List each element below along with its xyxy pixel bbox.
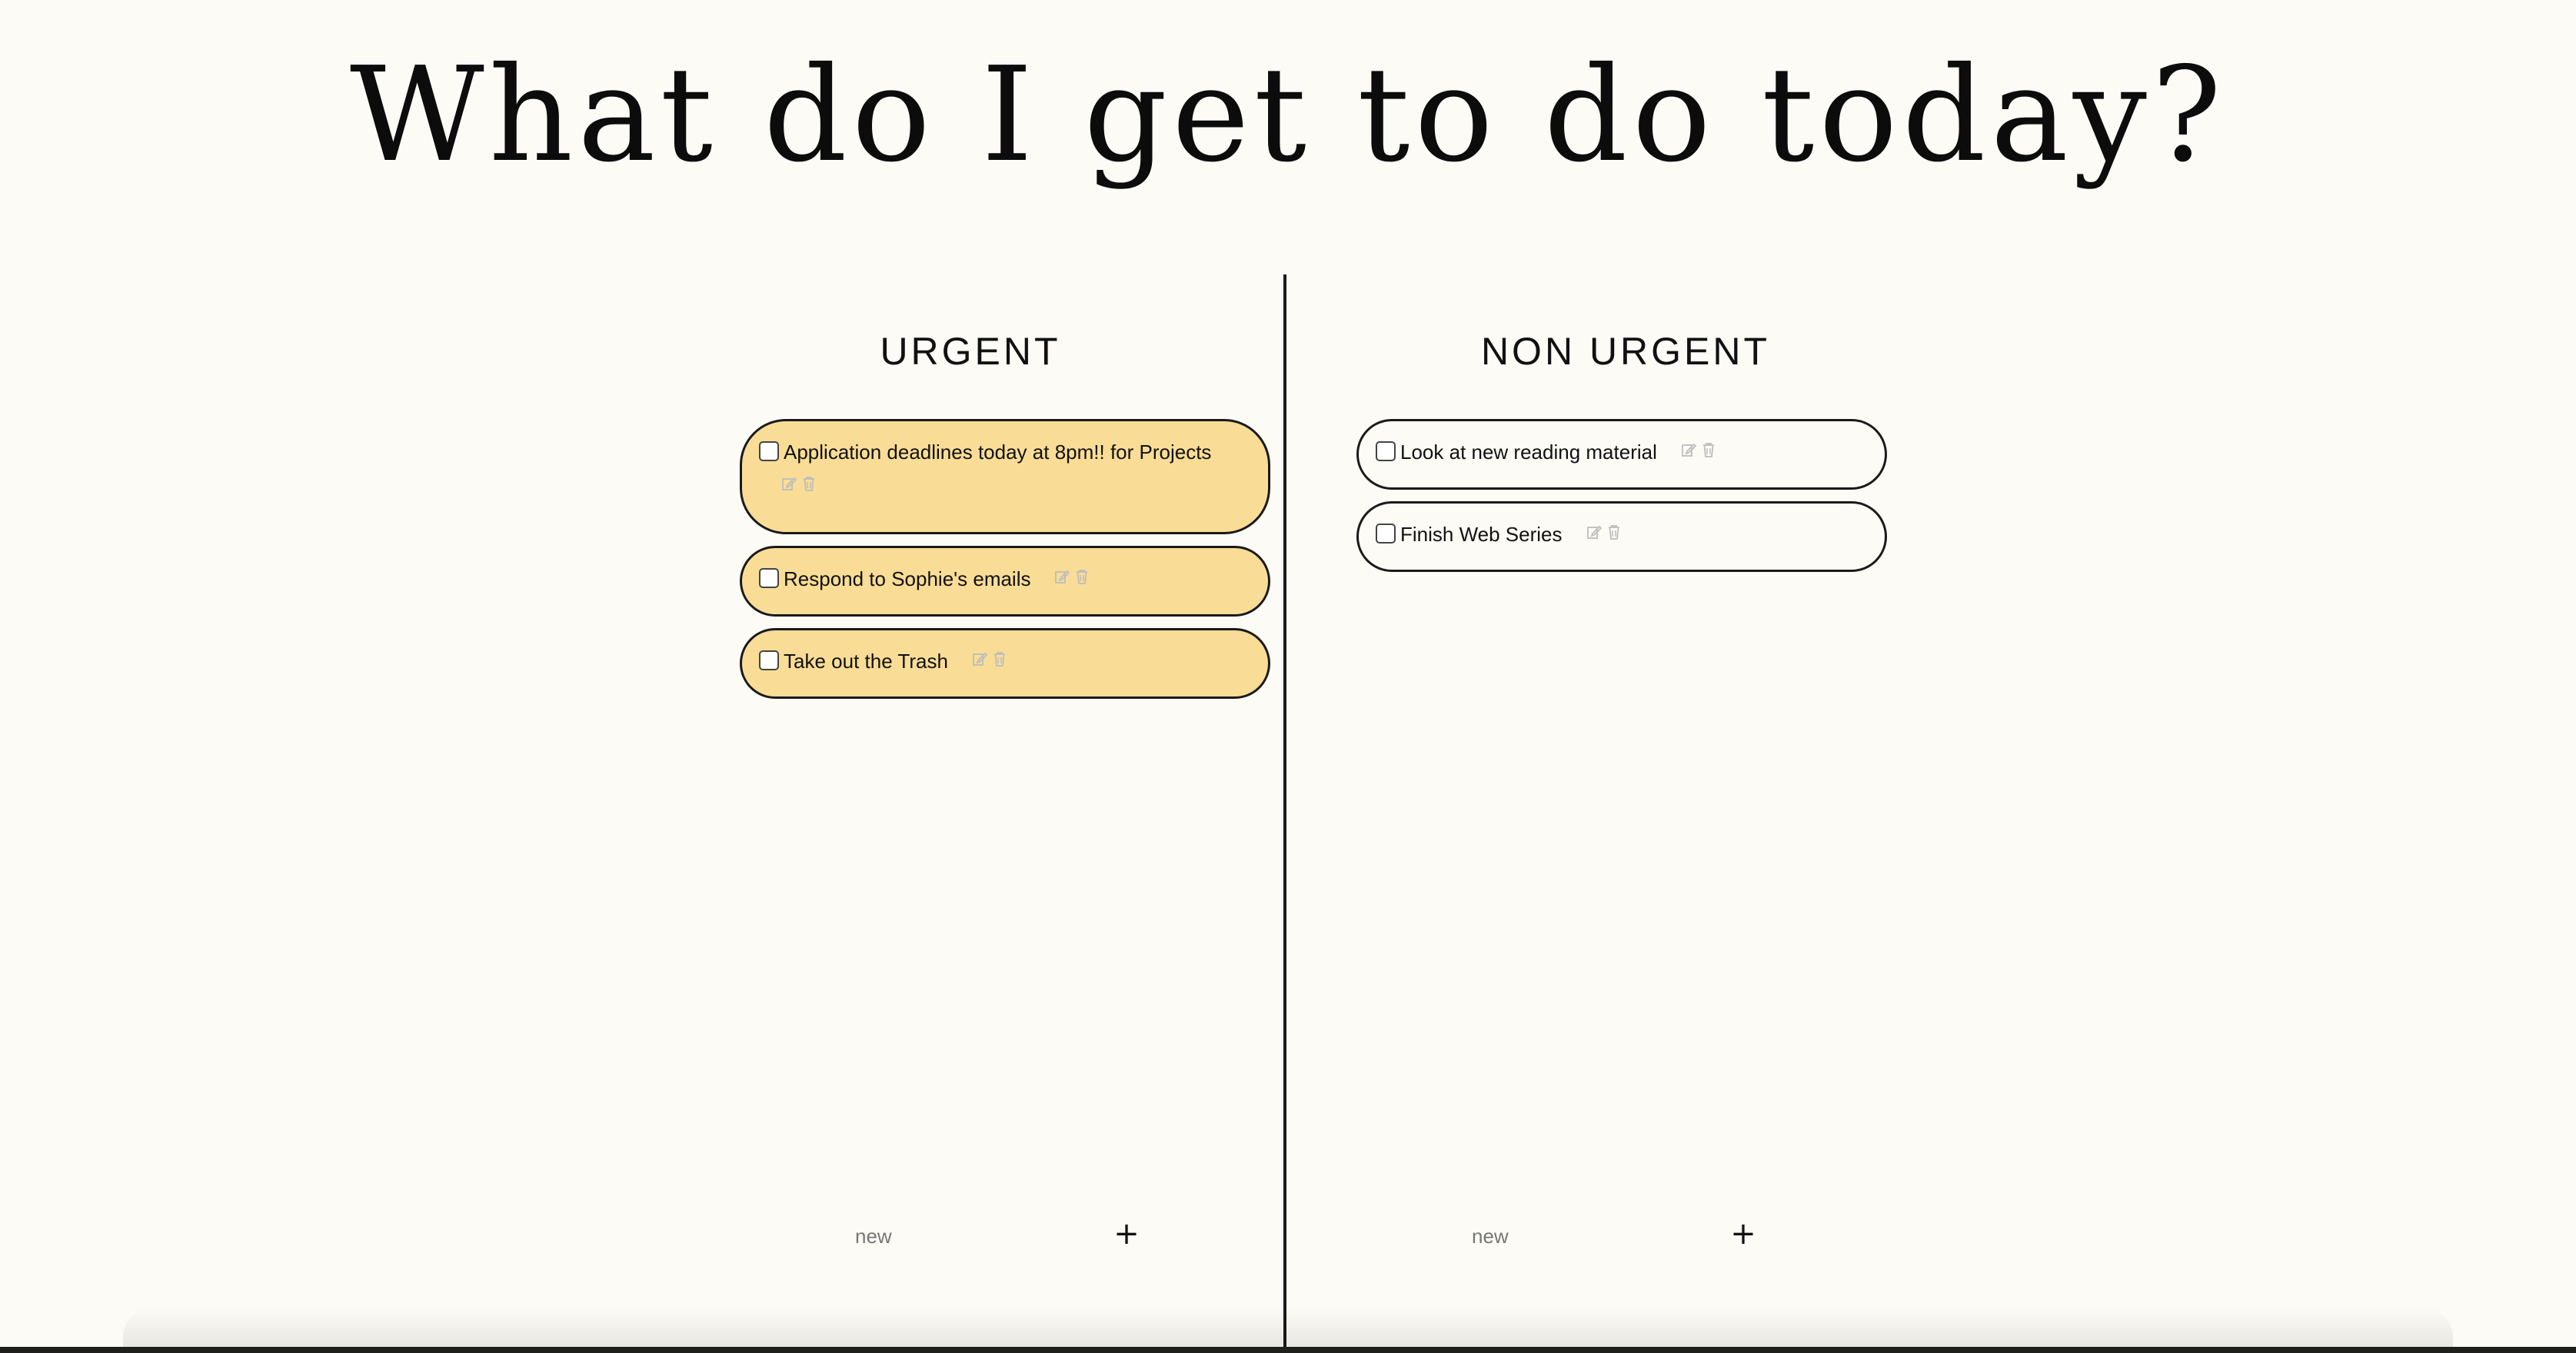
- task-label: Look at new reading material: [1400, 440, 1657, 464]
- trash-icon[interactable]: [991, 650, 1008, 667]
- trash-icon[interactable]: [1606, 524, 1622, 540]
- urgent-task-list: Application deadlines today at 8pm!! for…: [740, 419, 1270, 710]
- edit-icon[interactable]: [1680, 441, 1697, 458]
- task-label: Take out the Trash: [784, 650, 948, 673]
- edit-icon[interactable]: [1586, 524, 1603, 540]
- task-actions: [1053, 563, 1090, 585]
- non-urgent-new-task-row: +: [1356, 1215, 1895, 1261]
- urgent-column: URGENT Application deadlines today at 8p…: [740, 274, 1278, 1347]
- edit-icon[interactable]: [971, 650, 988, 667]
- task-actions: [780, 475, 817, 492]
- window-bottom-edge: [0, 1347, 2576, 1353]
- task-item: Look at new reading material: [1356, 419, 1887, 490]
- task-actions: [971, 646, 1008, 667]
- task-actions: [1680, 437, 1717, 458]
- task-checkbox[interactable]: [759, 650, 779, 670]
- task-item: Respond to Sophie's emails: [740, 546, 1270, 617]
- task-checkbox[interactable]: [759, 441, 779, 461]
- edit-icon[interactable]: [780, 475, 797, 492]
- window-bottom-shadow: [123, 1307, 2453, 1347]
- task-label: Application deadlines today at 8pm!! for…: [784, 440, 1212, 464]
- urgent-add-task-button[interactable]: +: [1107, 1215, 1146, 1253]
- trash-icon[interactable]: [1700, 441, 1717, 458]
- non-urgent-column-title: NON URGENT: [1480, 330, 1771, 373]
- page-title: What do I get to do today?: [349, 39, 2227, 191]
- task-item: Application deadlines today at 8pm!! for…: [740, 419, 1270, 534]
- task-actions: [1586, 519, 1622, 540]
- task-checkbox[interactable]: [759, 568, 779, 588]
- non-urgent-column: NON URGENT Look at new reading material: [1356, 274, 1895, 1347]
- trash-icon[interactable]: [1073, 568, 1090, 585]
- non-urgent-new-task-input[interactable]: [1472, 1219, 1672, 1253]
- urgent-new-task-row: +: [740, 1215, 1278, 1261]
- task-checkbox[interactable]: [1376, 524, 1396, 544]
- urgent-column-title: URGENT: [880, 330, 1061, 373]
- trash-icon[interactable]: [800, 475, 817, 492]
- urgent-new-task-input[interactable]: [855, 1219, 1055, 1253]
- edit-icon[interactable]: [1053, 568, 1070, 585]
- non-urgent-add-task-button[interactable]: +: [1724, 1215, 1762, 1253]
- task-label: Finish Web Series: [1400, 523, 1563, 546]
- task-label: Respond to Sophie's emails: [784, 567, 1031, 590]
- task-checkbox[interactable]: [1376, 441, 1396, 461]
- non-urgent-task-list: Look at new reading material Finish Web …: [1356, 419, 1887, 583]
- task-item: Finish Web Series: [1356, 501, 1887, 572]
- task-item: Take out the Trash: [740, 628, 1270, 699]
- column-divider: [1283, 274, 1286, 1353]
